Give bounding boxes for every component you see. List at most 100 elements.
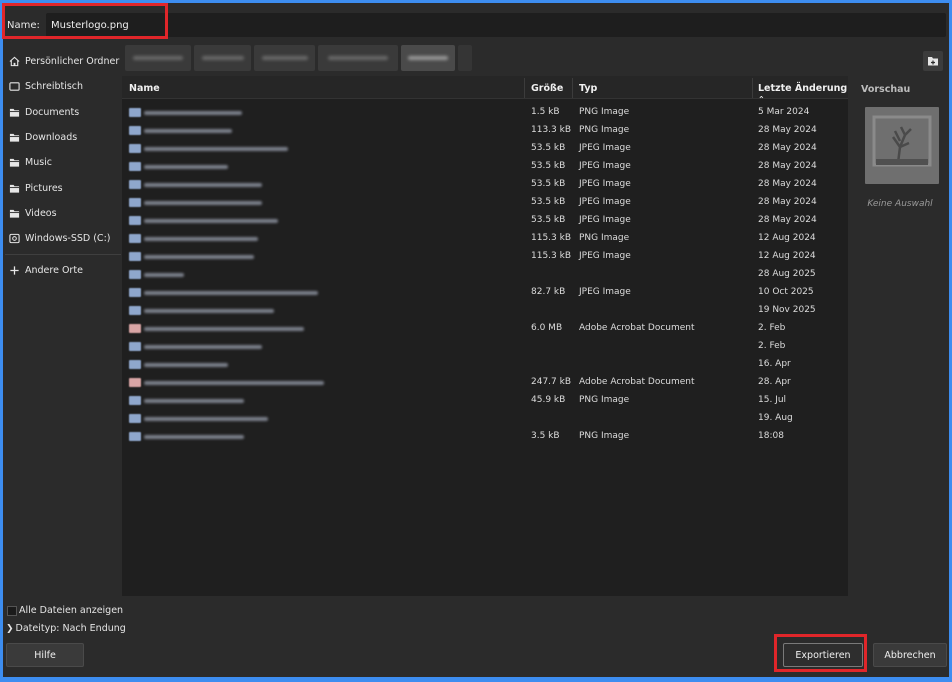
file-row[interactable]: 53.5 kB JPEG Image 28 May 2024 — [122, 176, 848, 194]
sidebar-item-videos[interactable]: Videos — [3, 201, 121, 226]
path-crumb[interactable] — [254, 45, 315, 71]
file-name-redacted — [144, 237, 258, 241]
file-modified: 18:08 — [758, 431, 784, 441]
sidebar-divider — [5, 254, 121, 255]
sidebar-item-desktop[interactable]: Schreibtisch — [3, 74, 121, 99]
highlight-box — [2, 3, 168, 39]
folder-icon — [9, 158, 20, 167]
drive-icon — [9, 233, 20, 244]
create-folder-button[interactable] — [923, 51, 943, 71]
show-all-files-checkbox[interactable] — [7, 606, 17, 616]
file-modified: 5 Mar 2024 — [758, 107, 810, 117]
file-row[interactable]: 115.3 kB PNG Image 12 Aug 2024 — [122, 230, 848, 248]
image-icon — [129, 396, 141, 405]
file-name-redacted — [144, 327, 304, 331]
file-row[interactable]: 247.7 kB Adobe Acrobat Document 28. Apr — [122, 374, 848, 392]
folder-icon — [9, 184, 20, 193]
file-size: 53.5 kB — [531, 143, 566, 153]
file-name-redacted — [144, 147, 288, 151]
path-crumb[interactable] — [318, 45, 398, 71]
sidebar-item-label: Andere Orte — [25, 265, 83, 276]
sidebar-item-other-places[interactable]: Andere Orte — [3, 258, 121, 283]
sidebar-item-pictures[interactable]: Pictures — [3, 176, 121, 201]
file-type: JPEG Image — [579, 161, 631, 171]
file-size: 6.0 MB — [531, 323, 563, 333]
preview-header: Vorschau — [861, 84, 911, 95]
file-size: 53.5 kB — [531, 197, 566, 207]
file-size: 115.3 kB — [531, 251, 572, 261]
sidebar-item-documents[interactable]: Documents — [3, 100, 121, 125]
image-icon — [129, 144, 141, 153]
folder-icon — [9, 133, 20, 142]
image-icon — [129, 126, 141, 135]
file-name-redacted — [144, 345, 262, 349]
column-header-name[interactable]: Name — [129, 83, 160, 94]
path-crumb-overflow[interactable] — [458, 45, 472, 71]
folder-icon — [129, 270, 141, 279]
file-row[interactable]: 19. Aug — [122, 410, 848, 428]
file-row[interactable]: 16. Apr — [122, 356, 848, 374]
help-button[interactable]: Hilfe — [6, 643, 84, 667]
image-icon — [129, 180, 141, 189]
sidebar-item-home[interactable]: Persönlicher Ordner — [3, 49, 121, 74]
image-icon — [129, 288, 141, 297]
sidebar-item-label: Windows-SSD (C:) — [25, 233, 111, 244]
file-row[interactable]: 82.7 kB JPEG Image 10 Oct 2025 — [122, 284, 848, 302]
file-row[interactable]: 45.9 kB PNG Image 15. Jul — [122, 392, 848, 410]
show-all-files-label[interactable]: Alle Dateien anzeigen — [19, 605, 123, 616]
column-header-modified[interactable]: Letzte Änderung ⌃ — [758, 83, 848, 105]
path-crumb[interactable] — [125, 45, 191, 71]
home-icon — [9, 56, 20, 67]
file-row[interactable]: 53.5 kB JPEG Image 28 May 2024 — [122, 194, 848, 212]
file-type: Adobe Acrobat Document — [579, 323, 695, 333]
file-type: JPEG Image — [579, 197, 631, 207]
file-modified: 19. Aug — [758, 413, 793, 423]
folder-icon — [9, 209, 20, 218]
file-modified: 28 May 2024 — [758, 161, 817, 171]
sidebar-item-label: Pictures — [25, 183, 63, 194]
new-folder-icon — [928, 57, 938, 66]
file-modified: 15. Jul — [758, 395, 787, 405]
column-divider[interactable] — [524, 78, 525, 98]
column-divider[interactable] — [572, 78, 573, 98]
file-row[interactable]: 19 Nov 2025 — [122, 302, 848, 320]
highlight-box — [774, 634, 867, 672]
column-header-size[interactable]: Größe — [531, 83, 563, 94]
file-size: 53.5 kB — [531, 179, 566, 189]
file-modified: 16. Apr — [758, 359, 791, 369]
sidebar-item-label: Videos — [25, 208, 57, 219]
filename-input[interactable]: Musterlogo.png — [46, 13, 946, 37]
image-placeholder-icon — [865, 107, 939, 184]
sidebar-item-music[interactable]: Music — [3, 150, 121, 175]
cancel-button[interactable]: Abbrechen — [873, 643, 947, 667]
desktop-icon — [9, 82, 20, 91]
image-icon — [129, 108, 141, 117]
filetype-expander[interactable]: ❯ Dateityp: Nach Endung — [6, 623, 126, 634]
file-row[interactable]: 6.0 MB Adobe Acrobat Document 2. Feb — [122, 320, 848, 338]
file-row[interactable]: 3.5 kB PNG Image 18:08 — [122, 428, 848, 446]
file-name-redacted — [144, 165, 228, 169]
path-crumb-current[interactable] — [401, 45, 455, 71]
file-row[interactable]: 53.5 kB JPEG Image 28 May 2024 — [122, 158, 848, 176]
file-size: 53.5 kB — [531, 215, 566, 225]
preview-pane: Vorschau Keine Auswahl — [851, 76, 949, 596]
file-row[interactable]: 2. Feb — [122, 338, 848, 356]
sidebar-item-windows-ssd[interactable]: Windows-SSD (C:) — [3, 226, 121, 251]
file-name-redacted — [144, 399, 244, 403]
column-header-type[interactable]: Typ — [579, 83, 597, 94]
file-row[interactable]: 115.3 kB JPEG Image 12 Aug 2024 — [122, 248, 848, 266]
file-row[interactable]: 1.5 kB PNG Image 5 Mar 2024 — [122, 104, 848, 122]
file-name-redacted — [144, 183, 262, 187]
file-row[interactable]: 113.3 kB PNG Image 28 May 2024 — [122, 122, 848, 140]
file-name-redacted — [144, 363, 228, 367]
file-row[interactable]: 53.5 kB JPEG Image 28 May 2024 — [122, 212, 848, 230]
file-row[interactable]: 28 Aug 2025 — [122, 266, 848, 284]
column-divider[interactable] — [752, 78, 753, 98]
file-modified: 10 Oct 2025 — [758, 287, 814, 297]
sidebar-item-downloads[interactable]: Downloads — [3, 125, 121, 150]
file-type: JPEG Image — [579, 251, 631, 261]
image-icon — [129, 198, 141, 207]
file-row[interactable]: 53.5 kB JPEG Image 28 May 2024 — [122, 140, 848, 158]
path-crumb[interactable] — [194, 45, 251, 71]
file-type: JPEG Image — [579, 143, 631, 153]
